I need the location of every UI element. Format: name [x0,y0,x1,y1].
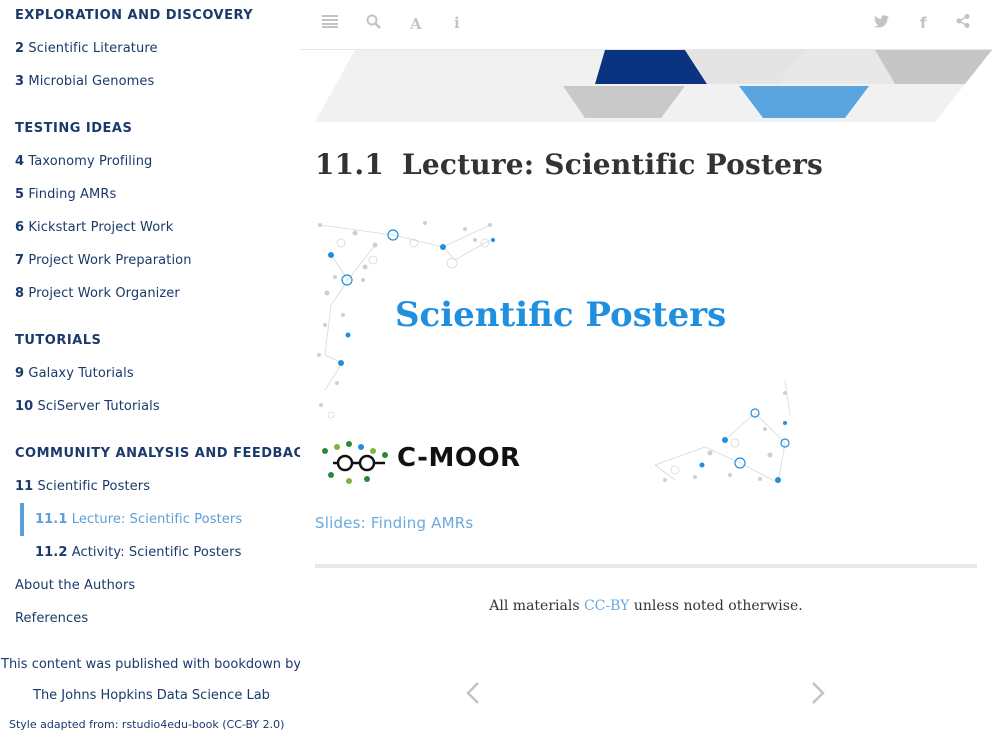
section-number: 11.1 [315,148,384,181]
sidebar-item-galaxy-tutorials[interactable]: 9 Galaxy Tutorials [15,366,134,381]
menu-icon[interactable] [322,14,338,32]
cmoor-logo-mark [322,441,388,484]
chapter-number: 9 [15,366,25,381]
section-header-exploration: EXPLORATION AND DISCOVERY [15,8,254,23]
sidebar-item-about-authors[interactable]: About the Authors [15,578,135,593]
sidebar-item-activity-scientific-posters[interactable]: 11.2 Activity: Scientific Posters [35,545,241,560]
license-suffix: unless noted otherwise. [633,598,803,614]
sidebar-item-scientific-literature[interactable]: 2 Scientific Literature [15,41,158,56]
license-prefix: All materials [489,598,580,614]
section-header-community: COMMUNITY ANALYSIS AND FEEDBACK [15,446,300,461]
sidebar-item-project-work-organizer[interactable]: 8 Project Work Organizer [15,286,180,301]
sidebar-item-label: Microbial Genomes [28,74,155,89]
chapter-number: 6 [15,220,25,235]
sidebar-item-label: Kickstart Project Work [28,220,174,235]
previous-page-icon[interactable] [463,678,483,714]
sidebar-item-taxonomy-profiling[interactable]: 4 Taxonomy Profiling [15,154,152,169]
chapter-number: 11.2 [35,545,68,560]
content-divider [315,564,977,568]
title-text: Lecture: Scientific Posters [402,148,824,181]
sidebar-item-lecture-scientific-posters[interactable]: 11.1 Lecture: Scientific Posters [35,512,242,527]
sidebar-item-label: Scientific Posters [37,479,151,494]
published-with-text: This content was published with bookdown… [1,657,300,672]
twitter-icon[interactable] [874,14,889,32]
chapter-number: 10 [15,399,34,414]
sidebar-item-references[interactable]: References [15,611,88,626]
section-header-testing: TESTING IDEAS [15,121,133,136]
sidebar-item-finding-amrs[interactable]: 5 Finding AMRs [15,187,116,202]
chapter-number: 8 [15,286,25,301]
section-header-tutorials: TUTORIALS [15,333,102,348]
sidebar-item-project-work-preparation[interactable]: 7 Project Work Preparation [15,253,192,268]
active-indicator [20,503,24,536]
sidebar-item-sciserver-tutorials[interactable]: 10 SciServer Tutorials [15,399,160,414]
sidebar-item-label: Activity: Scientific Posters [71,545,242,560]
license-link[interactable]: CC-BY [584,598,629,614]
chapter-number: 7 [15,253,25,268]
network-decoration [317,221,791,484]
sidebar-item-label: Lecture: Scientific Posters [71,512,243,527]
license-note: All materials CC-BY unless noted otherwi… [315,598,977,614]
chapter-number: 11.1 [35,512,68,527]
sidebar-item-label: Project Work Preparation [28,253,192,268]
chapter-number: 2 [15,41,25,56]
page-title: 11.1 Lecture: Scientific Posters [315,148,823,181]
share-icon[interactable] [956,14,970,32]
sidebar-item-kickstart-project-work[interactable]: 6 Kickstart Project Work [15,220,173,235]
chapter-number: 4 [15,154,25,169]
slide-heading: Scientific Posters [395,295,727,335]
facebook-icon[interactable]: f [920,14,927,32]
style-note[interactable]: Style adapted from: rstudio4edu-book (CC… [9,718,284,731]
slides-link[interactable]: Slides: Finding AMRs [315,514,473,532]
sidebar-item-label: Taxonomy Profiling [28,154,153,169]
info-icon[interactable]: i [454,14,460,32]
sidebar-item-label: Project Work Organizer [28,286,180,301]
chapter-number: 5 [15,187,25,202]
search-icon[interactable] [366,14,381,33]
slide-image: Scientific Posters C-MOOR [315,215,795,490]
header-banner [315,50,992,122]
chapter-number: 11 [15,479,34,494]
sidebar-item-label: Scientific Literature [28,41,158,56]
sidebar-item-scientific-posters[interactable]: 11 Scientific Posters [15,479,150,494]
sidebar-item-label: Finding AMRs [28,187,117,202]
publisher-link[interactable]: The Johns Hopkins Data Science Lab [33,688,270,703]
sidebar: EXPLORATION AND DISCOVERY 2 Scientific L… [0,0,300,744]
chapter-number: 3 [15,74,25,89]
next-page-icon[interactable] [808,678,828,714]
sidebar-item-label: SciServer Tutorials [37,399,160,414]
cmoor-logo-text: C-MOOR [397,443,521,473]
toolbar: A i f [300,0,992,50]
sidebar-item-microbial-genomes[interactable]: 3 Microbial Genomes [15,74,154,89]
sidebar-item-label: Galaxy Tutorials [28,366,134,381]
font-icon[interactable]: A [410,15,422,33]
